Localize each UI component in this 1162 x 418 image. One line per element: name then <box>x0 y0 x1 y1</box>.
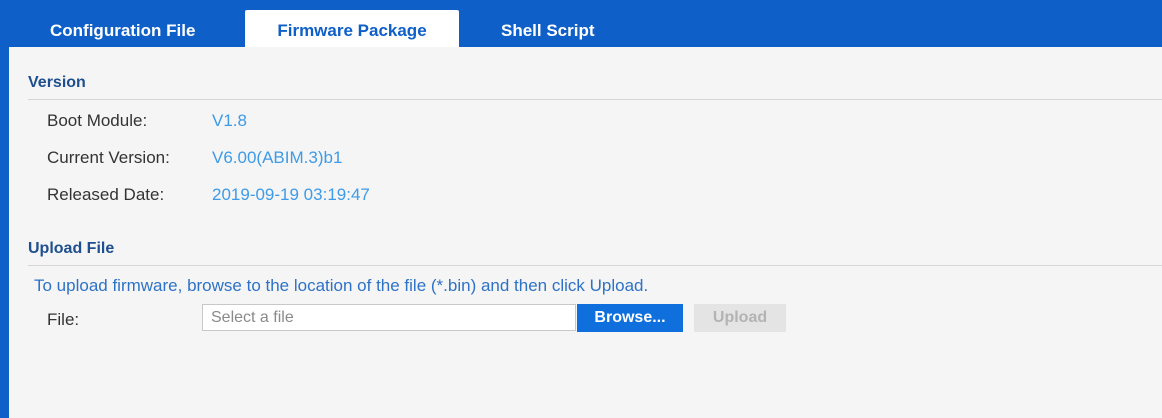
boot-module-label: Boot Module: <box>47 111 148 130</box>
current-version-label: Current Version: <box>47 148 170 167</box>
browse-button[interactable]: Browse... <box>577 304 683 332</box>
released-date-label: Released Date: <box>47 185 165 204</box>
left-accent-bar <box>0 0 9 418</box>
tab-configuration-file[interactable]: Configuration File <box>50 10 195 47</box>
content-panel: Version Boot Module: V1.8 Current Versio… <box>9 47 1162 418</box>
version-section-divider <box>28 99 1162 100</box>
firmware-page: Configuration File Firmware Package Shel… <box>0 0 1162 418</box>
boot-module-value: V1.8 <box>212 111 247 130</box>
tab-shell-script[interactable]: Shell Script <box>501 10 595 47</box>
version-section-title: Version <box>28 74 86 91</box>
released-date-value: 2019-09-19 03:19:47 <box>212 185 370 204</box>
upload-section-title: Upload File <box>28 240 115 257</box>
current-version-value: V6.00(ABIM.3)b1 <box>212 148 343 167</box>
tab-bar: Configuration File Firmware Package Shel… <box>9 0 1162 47</box>
upload-hint-text: To upload firmware, browse to the locati… <box>34 276 649 295</box>
upload-button: Upload <box>694 304 786 332</box>
file-path-input[interactable] <box>202 304 576 331</box>
file-label: File: <box>47 310 80 329</box>
upload-section-divider <box>28 265 1162 266</box>
tab-firmware-package[interactable]: Firmware Package <box>245 10 459 47</box>
